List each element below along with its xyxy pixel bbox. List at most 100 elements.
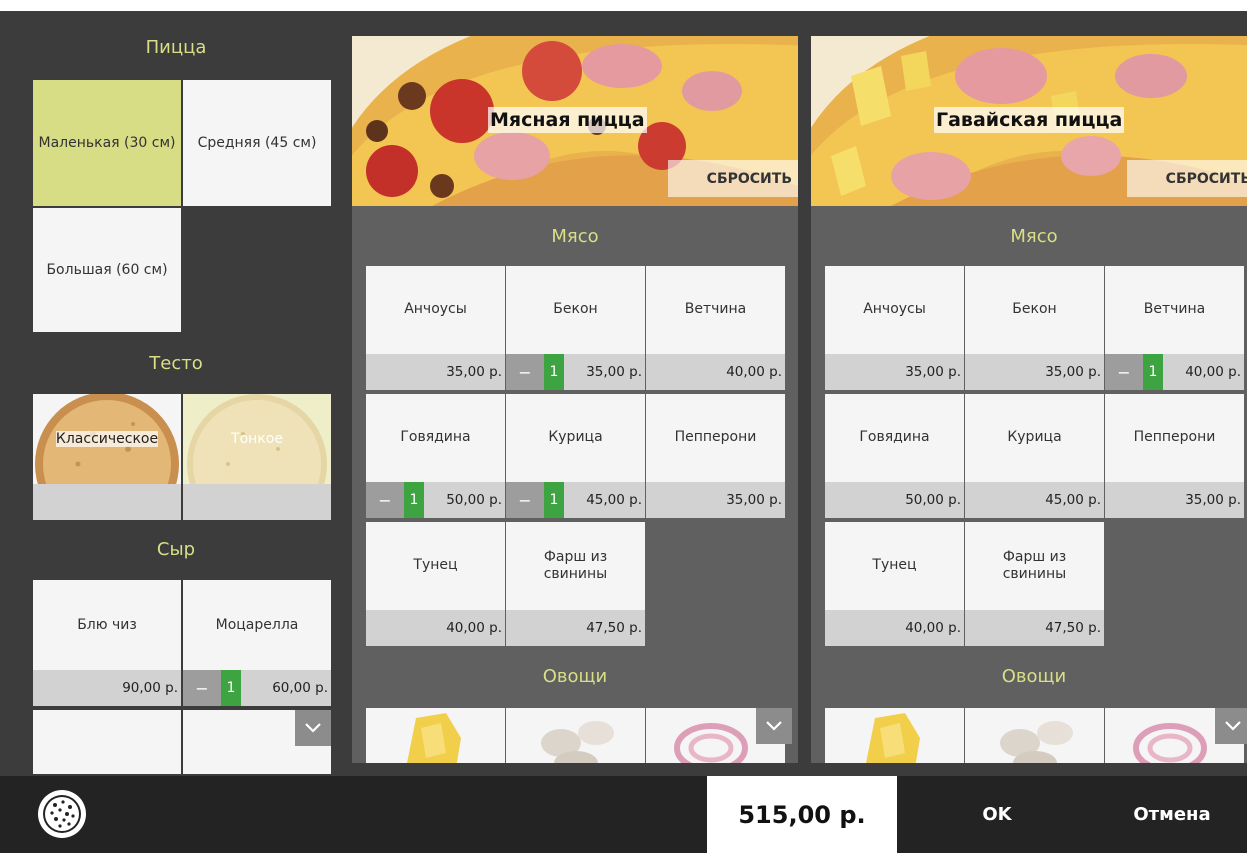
minus-icon[interactable]: − (1105, 354, 1143, 390)
topping-price: − 1 40,00 р. (1105, 354, 1244, 390)
pizza-icon[interactable] (36, 788, 88, 840)
size-large-button[interactable]: Большая (60 см) (33, 208, 181, 332)
price-text: 40,00 р. (446, 620, 502, 636)
vegetable-tile-partial[interactable] (965, 708, 1104, 763)
minus-icon[interactable]: − (506, 354, 544, 390)
topping-tile[interactable]: Анчоусы 35,00 р. (366, 266, 505, 390)
reset-button[interactable]: СБРОСИТЬ (1127, 160, 1247, 197)
price-text: 35,00 р. (586, 364, 642, 380)
pizza-panel-hawaiian: Гавайская пицца СБРОСИТЬ Мясо Анчоусы 35… (811, 36, 1247, 763)
price-text: 40,00 р. (1185, 364, 1241, 380)
dough-classic-label: Классическое (55, 431, 159, 447)
quantity-badge: 1 (544, 482, 564, 518)
pizza-panel-meat: Мясная пицца СБРОСИТЬ Мясо Анчоусы 35,00… (352, 36, 798, 763)
pizza-hero-image: Мясная пицца СБРОСИТЬ (352, 36, 798, 206)
topping-tile[interactable]: Курица 45,00 р. (965, 394, 1104, 518)
chevron-down-icon[interactable] (1215, 708, 1247, 744)
topping-tile[interactable]: Говядина − 1 50,00 р. (366, 394, 505, 518)
topping-name: Фарш из свинины (1002, 548, 1067, 583)
topping-tile[interactable]: Бекон − 1 35,00 р. (506, 266, 645, 390)
topping-tile[interactable]: Говядина 50,00 р. (825, 394, 964, 518)
price-text: 35,00 р. (1045, 364, 1101, 380)
topping-name: Бекон (1012, 301, 1057, 318)
dough-thin-label: Тонкое (231, 431, 283, 447)
pizza-hero-image: Гавайская пицца СБРОСИТЬ (811, 36, 1247, 206)
vegetable-tile-partial[interactable] (506, 708, 645, 763)
reset-button[interactable]: СБРОСИТЬ (668, 160, 798, 197)
price-text: 35,00 р. (1185, 492, 1241, 508)
topping-price: 47,50 р. (965, 610, 1104, 646)
cancel-button[interactable]: Отмена (1097, 776, 1247, 853)
size-small-button[interactable]: Маленькая (30 см) (33, 80, 181, 206)
cheese-mozzarella-tile[interactable]: Моцарелла − 1 60,00 р. (183, 580, 331, 706)
topping-name: Анчоусы (863, 301, 926, 318)
price-text: 45,00 р. (586, 492, 642, 508)
topping-name: Говядина (400, 429, 471, 446)
topping-price: 47,50 р. (506, 610, 645, 646)
price-text: 45,00 р. (1045, 492, 1101, 508)
dough-classic-button[interactable]: Классическое (33, 394, 181, 520)
topping-price: 40,00 р. (825, 610, 964, 646)
topping-name: Ветчина (684, 301, 747, 318)
quantity-badge: 1 (404, 482, 424, 518)
topping-tile[interactable]: Фарш из свинины 47,50 р. (965, 522, 1104, 646)
quantity-badge: 1 (221, 670, 241, 706)
cheese-blue-name: Блю чиз (77, 617, 137, 633)
topping-price: 35,00 р. (1105, 482, 1244, 518)
chevron-down-icon[interactable] (295, 710, 331, 746)
topping-tile[interactable]: Пепперони 35,00 р. (1105, 394, 1244, 518)
topping-name: Пепперони (674, 429, 757, 446)
vegetable-tile-partial[interactable] (366, 708, 505, 763)
topping-tile[interactable]: Фарш из свинины 47,50 р. (506, 522, 645, 646)
topping-name: Тунец (413, 557, 458, 574)
vegetable-tile-partial[interactable] (825, 708, 964, 763)
topping-name: Пепперони (1133, 429, 1216, 446)
quantity-badge: 1 (544, 354, 564, 390)
topping-name: Говядина (859, 429, 930, 446)
category-title-meat: Мясо (551, 226, 599, 247)
price-text: 40,00 р. (726, 364, 782, 380)
minus-icon[interactable]: − (506, 482, 544, 518)
topping-tile[interactable]: Бекон 35,00 р. (965, 266, 1104, 390)
topping-tile[interactable]: Ветчина − 1 40,00 р. (1105, 266, 1244, 390)
cheese-blue-tile[interactable]: Блю чиз 90,00 р. (33, 580, 181, 706)
topping-name: Курица (1007, 429, 1062, 446)
cheese-tile-partial[interactable] (33, 710, 181, 774)
size-medium-button[interactable]: Средняя (45 см) (183, 80, 331, 206)
topping-tile[interactable]: Ветчина 40,00 р. (646, 266, 785, 390)
pizza-constructor: Пицца Маленькая (30 см) Средняя (45 см) … (0, 11, 1247, 853)
price-text: 35,00 р. (446, 364, 502, 380)
quantity-badge: 1 (1143, 354, 1163, 390)
topping-tile[interactable]: Тунец 40,00 р. (825, 522, 964, 646)
price-text: 90,00 р. (122, 680, 178, 696)
price-text: 50,00 р. (446, 492, 502, 508)
price-text: 35,00 р. (905, 364, 961, 380)
dough-thin-button[interactable]: Тонкое (183, 394, 331, 520)
topping-price: 35,00 р. (366, 354, 505, 390)
category-title-vegetables: Овощи (542, 666, 608, 687)
topping-price: − 1 45,00 р. (506, 482, 645, 518)
topping-tile[interactable]: Анчоусы 35,00 р. (825, 266, 964, 390)
topping-price: 35,00 р. (646, 482, 785, 518)
topping-tile[interactable]: Курица − 1 45,00 р. (506, 394, 645, 518)
minus-icon[interactable]: − (366, 482, 404, 518)
topping-name: Курица (548, 429, 603, 446)
topping-tile[interactable]: Тунец 40,00 р. (366, 522, 505, 646)
topping-price: 40,00 р. (366, 610, 505, 646)
topping-tile[interactable]: Пепперони 35,00 р. (646, 394, 785, 518)
chevron-down-icon[interactable] (756, 708, 792, 744)
dough-classic-bar (33, 484, 181, 520)
ok-button[interactable]: OK (897, 776, 1097, 853)
cheese-section-title: Сыр (156, 539, 196, 560)
topping-name: Анчоусы (404, 301, 467, 318)
topping-price: 35,00 р. (965, 354, 1104, 390)
topping-price: 40,00 р. (646, 354, 785, 390)
category-title-meat: Мясо (1010, 226, 1058, 247)
pizza-options-column: Пицца Маленькая (30 см) Средняя (45 см) … (0, 11, 352, 774)
cheese-mozzarella-name: Моцарелла (215, 617, 299, 633)
topping-price: 50,00 р. (825, 482, 964, 518)
total-price: 515,00 р. (707, 776, 897, 853)
topping-name: Тунец (872, 557, 917, 574)
minus-icon[interactable]: − (183, 670, 221, 706)
dough-section-title: Тесто (149, 353, 203, 374)
